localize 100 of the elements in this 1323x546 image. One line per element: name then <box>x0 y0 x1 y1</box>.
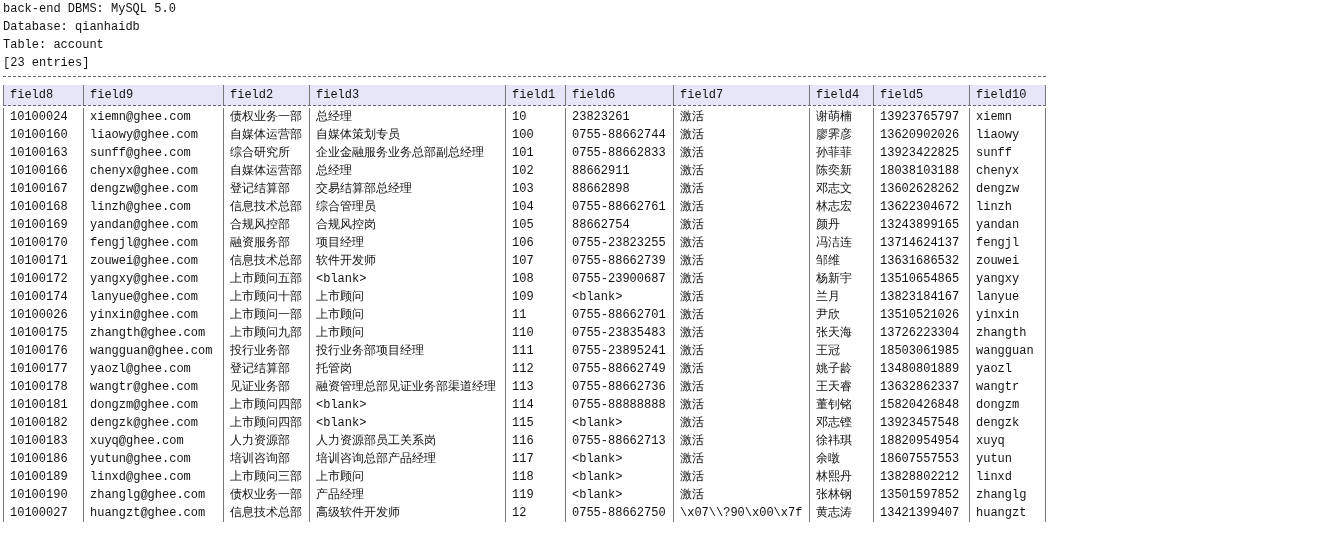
table-cell: 10100170 <box>4 234 84 252</box>
table-cell: lanyue@ghee.com <box>84 288 224 306</box>
table-cell: 0755-88662744 <box>566 126 674 144</box>
table-cell: 激活 <box>674 288 810 306</box>
table-cell: zhanglg <box>970 486 1046 504</box>
table-cell: 廖霁彦 <box>810 126 874 144</box>
table-cell: 激活 <box>674 234 810 252</box>
table-cell: <blank> <box>566 450 674 468</box>
table-cell: 激活 <box>674 252 810 270</box>
table-cell: 激活 <box>674 144 810 162</box>
table-cell: 12 <box>506 504 566 522</box>
table-cell: 激活 <box>674 342 810 360</box>
column-header: field1 <box>506 85 566 105</box>
table-cell: <blank> <box>310 270 506 288</box>
table-cell: 林志宏 <box>810 198 874 216</box>
table-cell: 18820954954 <box>874 432 970 450</box>
table-cell: 0755-88662739 <box>566 252 674 270</box>
table-cell: yandan@ghee.com <box>84 216 224 234</box>
table-cell: 杨新宇 <box>810 270 874 288</box>
table-cell: 冯洁连 <box>810 234 874 252</box>
table-cell: fengjl@ghee.com <box>84 234 224 252</box>
table-cell: 13480801889 <box>874 360 970 378</box>
table-cell: 0755-88662749 <box>566 360 674 378</box>
table-cell: 激活 <box>674 396 810 414</box>
table-cell: yangxy <box>970 270 1046 288</box>
table-cell: 88662754 <box>566 216 674 234</box>
table-cell: 0755-88888888 <box>566 396 674 414</box>
table-cell: zhanglg@ghee.com <box>84 486 224 504</box>
table-cell: 13602628262 <box>874 180 970 198</box>
table-cell: 上市顾问 <box>310 324 506 342</box>
table-cell: 10100183 <box>4 432 84 450</box>
table-cell: 117 <box>506 450 566 468</box>
table-cell: <blank> <box>310 414 506 432</box>
table-cell: 13726223304 <box>874 324 970 342</box>
table-cell: 112 <box>506 360 566 378</box>
table-cell: zhangth <box>970 324 1046 342</box>
table-cell: zouwei@ghee.com <box>84 252 224 270</box>
table-cell: 18038103188 <box>874 162 970 180</box>
table-cell: 104 <box>506 198 566 216</box>
table-cell: 激活 <box>674 126 810 144</box>
table-cell: 10100171 <box>4 252 84 270</box>
table-cell: 10100024 <box>4 108 84 126</box>
table-cell: 上市顾问十部 <box>224 288 310 306</box>
column-header: field2 <box>224 85 310 105</box>
table-cell: 投行业务部 <box>224 342 310 360</box>
table-cell: 项目经理 <box>310 234 506 252</box>
table-cell: 13622304672 <box>874 198 970 216</box>
table-cell: 激活 <box>674 414 810 432</box>
table-cell: 13923457548 <box>874 414 970 432</box>
table-cell: wangtr <box>970 378 1046 396</box>
table-cell: 总经理 <box>310 162 506 180</box>
table-cell: 10100166 <box>4 162 84 180</box>
table-cell: 13243899165 <box>874 216 970 234</box>
table-cell: 债权业务一部 <box>224 108 310 126</box>
table-cell: 10100186 <box>4 450 84 468</box>
table-cell: zouwei <box>970 252 1046 270</box>
table-cell: <blank> <box>566 288 674 306</box>
table-cell: 10100176 <box>4 342 84 360</box>
table-cell: 激活 <box>674 180 810 198</box>
table-cell: 10100027 <box>4 504 84 522</box>
table-cell: 信息技术总部 <box>224 252 310 270</box>
table-cell: 101 <box>506 144 566 162</box>
table-cell: 总经理 <box>310 108 506 126</box>
table-cell: 88662911 <box>566 162 674 180</box>
table-cell: 激活 <box>674 486 810 504</box>
table-cell: 0755-88662736 <box>566 378 674 396</box>
table-cell: 上市顾问一部 <box>224 306 310 324</box>
table-cell: 13823184167 <box>874 288 970 306</box>
table-cell: 88662898 <box>566 180 674 198</box>
table-cell: yandan <box>970 216 1046 234</box>
table-cell: 113 <box>506 378 566 396</box>
table-cell: 13714624137 <box>874 234 970 252</box>
column-header: field5 <box>874 85 970 105</box>
table-cell: 109 <box>506 288 566 306</box>
table-cell: 10100169 <box>4 216 84 234</box>
table-cell: <blank> <box>566 486 674 504</box>
table-cell: 谢萌楠 <box>810 108 874 126</box>
table-cell: 13510521026 <box>874 306 970 324</box>
table-cell: 10100163 <box>4 144 84 162</box>
table-cell: zhangth@ghee.com <box>84 324 224 342</box>
table-cell: 0755-88662761 <box>566 198 674 216</box>
table-cell: dongzm@ghee.com <box>84 396 224 414</box>
table-cell: 董钊铭 <box>810 396 874 414</box>
table-cell: 王天睿 <box>810 378 874 396</box>
table-cell: 0755-88662750 <box>566 504 674 522</box>
table-cell: dengzw <box>970 180 1046 198</box>
table-cell: 0755-23823255 <box>566 234 674 252</box>
column-header: field4 <box>810 85 874 105</box>
table-cell: 10100172 <box>4 270 84 288</box>
table-cell: 信息技术总部 <box>224 504 310 522</box>
table-cell: liaowy <box>970 126 1046 144</box>
table-cell: yinxin@ghee.com <box>84 306 224 324</box>
table-cell: 上市顾问 <box>310 306 506 324</box>
table-cell: 邓志铿 <box>810 414 874 432</box>
table-cell: 10100178 <box>4 378 84 396</box>
table-cell: 上市顾问九部 <box>224 324 310 342</box>
table-cell: 综合管理员 <box>310 198 506 216</box>
table-cell: 10100181 <box>4 396 84 414</box>
table-cell: 10100168 <box>4 198 84 216</box>
table-cell: 107 <box>506 252 566 270</box>
